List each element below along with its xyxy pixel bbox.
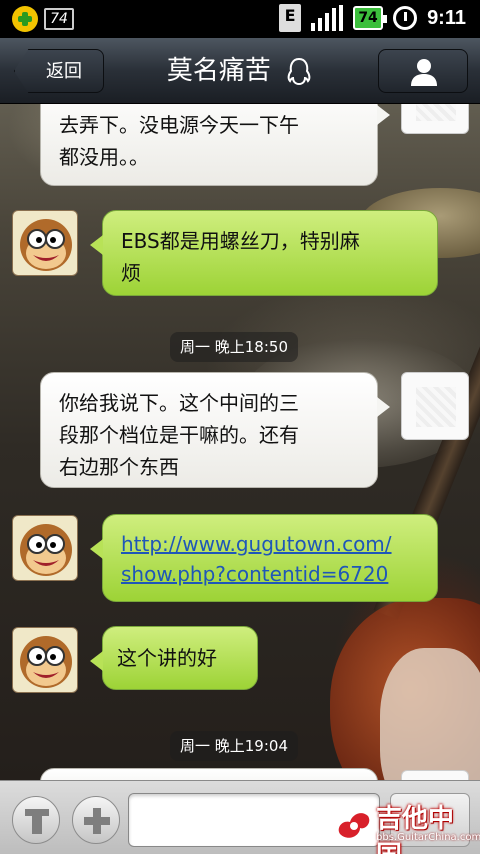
my-avatar[interactable] [401, 104, 469, 134]
person-icon [411, 59, 437, 86]
title-bar: 莫名痛苦 返回 [0, 38, 480, 104]
timestamp: 周一 晚上18:50 [170, 332, 298, 362]
notification-battery-icon: 74 [44, 8, 74, 30]
message-bubble-sent[interactable] [40, 768, 378, 780]
watermark-title: 吉他中国 [376, 804, 455, 854]
guitar-logo-icon [338, 813, 370, 838]
message-link[interactable]: http://www.gugutown.com/ [121, 532, 392, 556]
message-link[interactable]: show.php?contentid=6720 [121, 562, 388, 586]
contact-avatar[interactable] [12, 210, 78, 276]
watermark-subtitle: bbs.GuitarChina.com [376, 832, 480, 843]
alarm-icon [393, 6, 418, 30]
add-attachment-button[interactable] [72, 796, 120, 844]
back-button[interactable]: 返回 [14, 49, 104, 93]
timestamp: 周一 晚上19:04 [170, 731, 298, 761]
message-bubble-sent[interactable]: 去弄下。没电源今天一下午 都没用。。 [40, 104, 390, 186]
clover-app-icon [12, 6, 38, 32]
signal-strength-icon [311, 5, 344, 31]
contact-avatar[interactable] [12, 515, 78, 581]
edge-network-icon: E [279, 4, 302, 32]
guitarchina-watermark: 吉他中国 bbs.GuitarChina.com [328, 782, 480, 854]
contact-name: 莫名痛苦 [166, 56, 271, 86]
message-bubble-received[interactable]: EBS都是用螺丝刀，特别麻 烦 [90, 210, 438, 296]
message-bubble-received[interactable]: http://www.gugutown.com/ show.php?conten… [90, 514, 438, 602]
message-bubble-received[interactable]: 这个讲的好 [90, 626, 258, 690]
my-avatar[interactable] [401, 770, 469, 780]
text-format-button[interactable] [12, 796, 60, 844]
my-avatar[interactable] [401, 372, 469, 440]
battery-icon: 74 [353, 6, 388, 30]
status-clock: 9:11 [427, 6, 466, 29]
qq-penguin-icon [287, 57, 311, 85]
text-t-icon [25, 809, 49, 834]
contact-avatar[interactable] [12, 627, 78, 693]
profile-button[interactable] [378, 49, 468, 93]
message-bubble-sent[interactable]: 你给我说下。这个中间的三 段那个档位是干嘛的。还有 右边那个东西 [40, 372, 390, 488]
plus-icon [84, 808, 110, 834]
status-bar: 74 E 74 9:11 [0, 0, 480, 38]
message-list[interactable]: 去弄下。没电源今天一下午 都没用。。 EBS都是用螺丝刀，特别麻 烦 周一 晚上… [0, 104, 480, 780]
